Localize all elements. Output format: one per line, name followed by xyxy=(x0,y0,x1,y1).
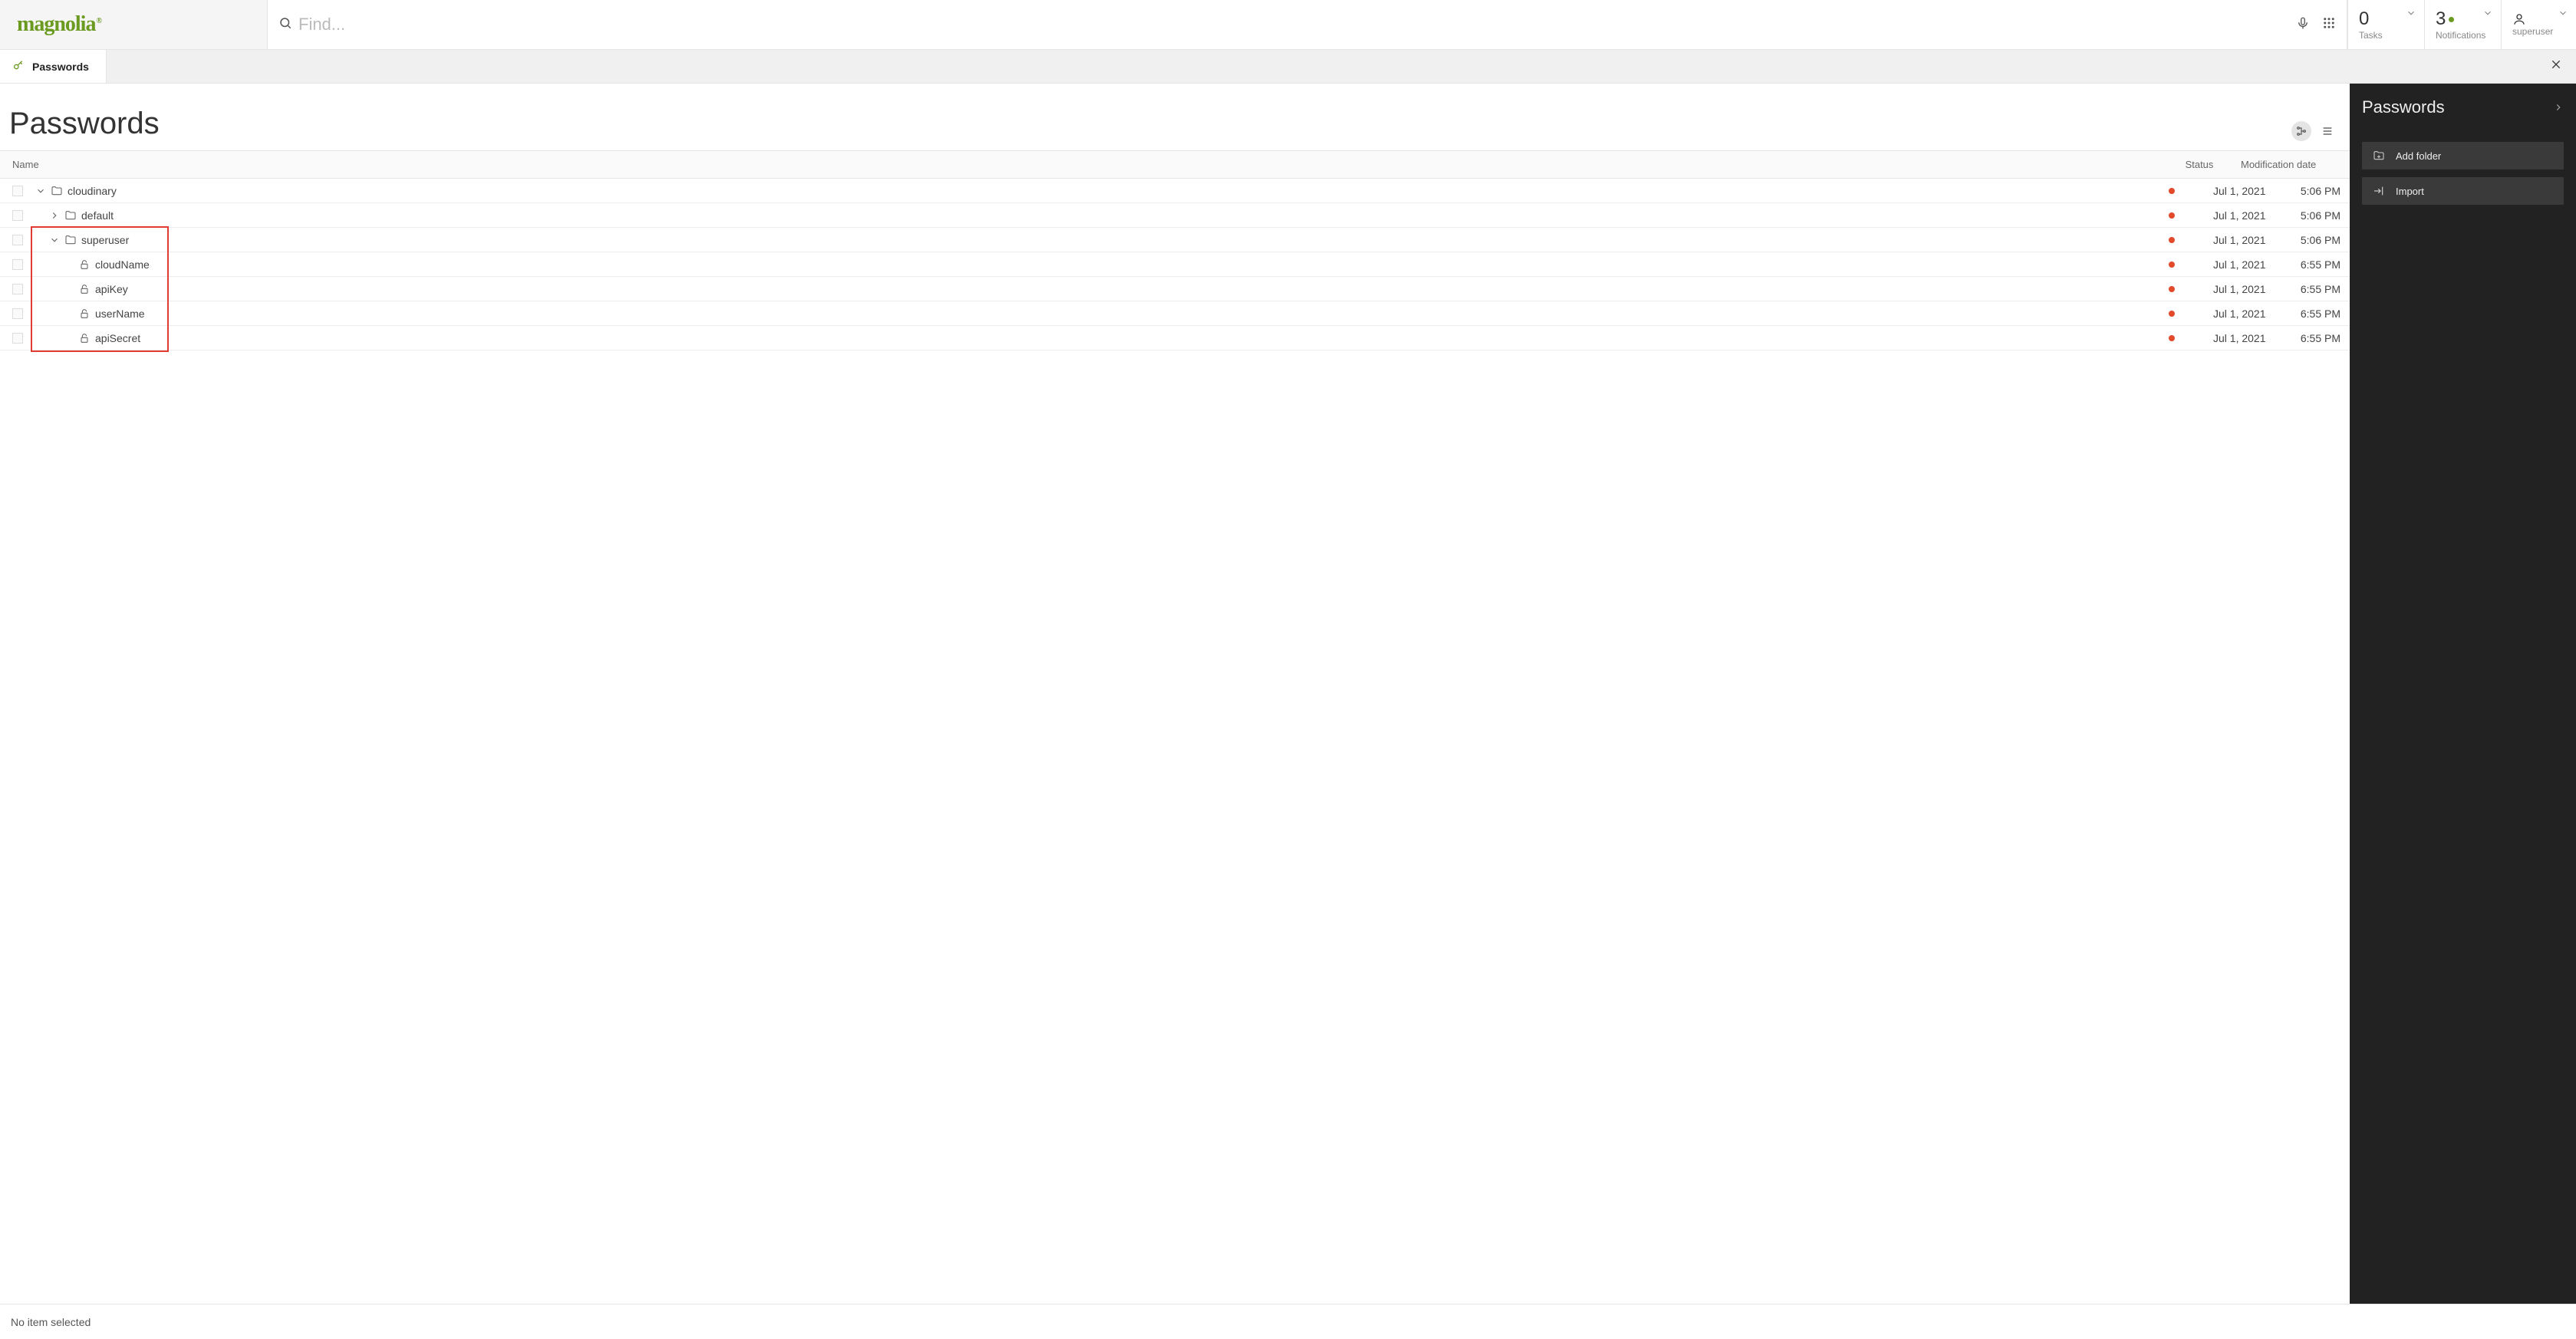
row-date: Jul 1, 2021 xyxy=(2199,308,2291,320)
row-time: 5:06 PM xyxy=(2291,234,2350,246)
row-name: apiKey xyxy=(95,283,128,295)
row-date: Jul 1, 2021 xyxy=(2199,209,2291,222)
chevron-right-icon[interactable] xyxy=(2553,97,2564,117)
tab-label: Passwords xyxy=(32,61,89,73)
row-time: 6:55 PM xyxy=(2291,308,2350,320)
status-dot xyxy=(2169,188,2175,194)
row-checkbox[interactable] xyxy=(12,210,23,221)
action-button-label: Import xyxy=(2396,186,2424,197)
table-row[interactable]: cloudinary Jul 1, 20215:06 PM xyxy=(0,179,2350,203)
action-button-label: Add folder xyxy=(2396,150,2441,162)
row-checkbox[interactable] xyxy=(12,259,23,270)
folder-icon xyxy=(64,209,77,222)
lock-icon xyxy=(78,283,91,295)
table-body: cloudinaryJul 1, 20215:06 PMdefaultJul 1… xyxy=(0,179,2350,350)
row-date: Jul 1, 2021 xyxy=(2199,185,2291,197)
tree-table: Name Status Modification date cloudinary… xyxy=(0,150,2350,1304)
apps-grid-icon[interactable] xyxy=(2322,16,2336,34)
status-dot xyxy=(2169,212,2175,219)
folder-icon xyxy=(51,185,63,197)
notifications-box[interactable]: 3 Notifications xyxy=(2424,0,2501,49)
row-time: 6:55 PM xyxy=(2291,258,2350,271)
page-title: Passwords xyxy=(9,107,2291,141)
column-date[interactable]: Modification date xyxy=(2227,151,2350,178)
chevron-right-icon[interactable] xyxy=(49,210,60,221)
row-date: Jul 1, 2021 xyxy=(2199,332,2291,344)
tasks-label: Tasks xyxy=(2359,30,2413,41)
action-panel-title-row: Passwords xyxy=(2362,97,2564,117)
microphone-icon[interactable] xyxy=(2296,16,2310,34)
user-name: superuser xyxy=(2512,26,2565,37)
row-checkbox[interactable] xyxy=(12,186,23,196)
tab-passwords[interactable]: Passwords xyxy=(0,50,107,83)
row-time: 6:55 PM xyxy=(2291,283,2350,295)
content-area: Passwords Name Status Modification date … xyxy=(0,84,2350,1304)
column-status[interactable]: Status xyxy=(2172,151,2227,178)
table-row[interactable]: userName Jul 1, 20216:55 PM xyxy=(0,301,2350,326)
tasks-box[interactable]: 0 Tasks xyxy=(2347,0,2424,49)
logo-region[interactable]: magnolia® xyxy=(0,0,267,49)
main-area: Passwords Name Status Modification date … xyxy=(0,84,2576,1304)
table-row[interactable]: default Jul 1, 20215:06 PM xyxy=(0,203,2350,228)
action-panel-title: Passwords xyxy=(2362,97,2445,117)
row-time: 5:06 PM xyxy=(2291,209,2350,222)
row-name: superuser xyxy=(81,234,129,246)
list-view-toggle[interactable] xyxy=(2317,121,2337,141)
search-bar[interactable] xyxy=(267,0,2347,49)
row-checkbox[interactable] xyxy=(12,235,23,245)
folder-icon xyxy=(64,234,77,246)
row-name: cloudinary xyxy=(68,185,117,197)
view-toggles xyxy=(2291,121,2337,141)
lock-icon xyxy=(78,258,91,271)
user-box[interactable]: superuser xyxy=(2501,0,2576,49)
app-header: magnolia® 0 Tasks 3 Notifications superu… xyxy=(0,0,2576,50)
table-row[interactable]: apiSecret Jul 1, 20216:55 PM xyxy=(0,326,2350,350)
table-row[interactable]: superuser Jul 1, 20215:06 PM xyxy=(0,228,2350,252)
add-folder-button[interactable]: Add folder xyxy=(2362,142,2564,169)
row-date: Jul 1, 2021 xyxy=(2199,234,2291,246)
notification-indicator-dot xyxy=(2449,17,2454,22)
row-name: default xyxy=(81,209,114,222)
folder-plus-icon xyxy=(2373,150,2385,162)
tab-strip: Passwords xyxy=(0,50,2576,84)
table-row[interactable]: apiKey Jul 1, 20216:55 PM xyxy=(0,277,2350,301)
status-text: No item selected xyxy=(11,1316,91,1328)
chevron-down-icon xyxy=(2558,8,2568,22)
status-dot xyxy=(2169,335,2175,341)
tree-view-toggle[interactable] xyxy=(2291,121,2311,141)
row-date: Jul 1, 2021 xyxy=(2199,283,2291,295)
status-dot xyxy=(2169,237,2175,243)
row-date: Jul 1, 2021 xyxy=(2199,258,2291,271)
column-name[interactable]: Name xyxy=(0,151,2172,178)
row-checkbox[interactable] xyxy=(12,308,23,319)
import-button[interactable]: Import xyxy=(2362,177,2564,205)
lock-icon xyxy=(78,308,91,320)
key-icon xyxy=(12,59,25,74)
row-checkbox[interactable] xyxy=(12,333,23,344)
chevron-down-icon xyxy=(2482,8,2493,22)
row-time: 6:55 PM xyxy=(2291,332,2350,344)
status-dot xyxy=(2169,286,2175,292)
search-icon xyxy=(278,16,292,34)
notifications-label: Notifications xyxy=(2436,30,2490,41)
logo: magnolia® xyxy=(17,12,101,37)
table-header: Name Status Modification date xyxy=(0,151,2350,179)
table-row[interactable]: cloudName Jul 1, 20216:55 PM xyxy=(0,252,2350,277)
import-icon xyxy=(2373,185,2385,197)
status-bar: No item selected xyxy=(0,1304,2576,1339)
close-icon[interactable] xyxy=(2550,58,2562,74)
row-name: apiSecret xyxy=(95,332,140,344)
chevron-down-icon[interactable] xyxy=(49,235,60,245)
action-panel: Passwords Add folder Import xyxy=(2350,84,2576,1304)
status-dot xyxy=(2169,262,2175,268)
search-input[interactable] xyxy=(298,15,2284,35)
chevron-down-icon xyxy=(2406,8,2416,22)
row-name: userName xyxy=(95,308,145,320)
row-checkbox[interactable] xyxy=(12,284,23,294)
lock-icon xyxy=(78,332,91,344)
row-time: 5:06 PM xyxy=(2291,185,2350,197)
chevron-down-icon[interactable] xyxy=(35,186,46,196)
status-dot xyxy=(2169,311,2175,317)
row-name: cloudName xyxy=(95,258,150,271)
